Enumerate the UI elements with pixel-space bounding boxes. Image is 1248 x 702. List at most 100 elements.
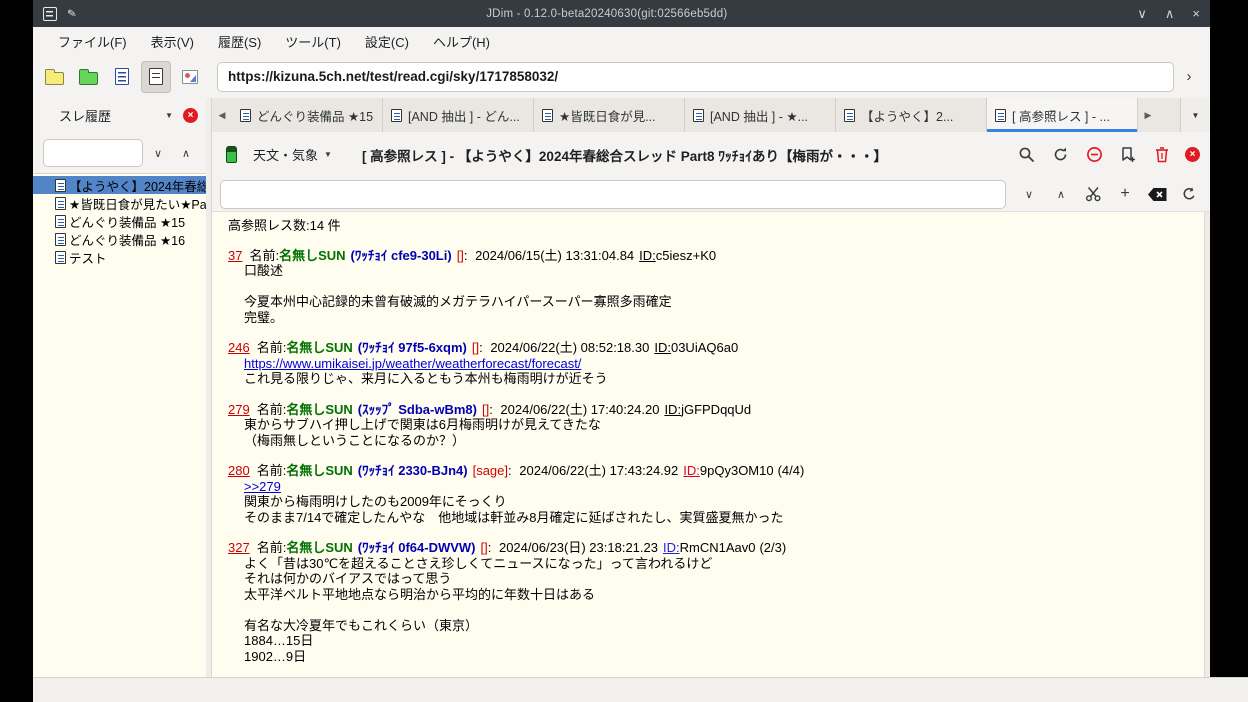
post-line: 口酸述 bbox=[244, 263, 1196, 279]
find-down-icon[interactable]: ∨ bbox=[1016, 181, 1042, 207]
menu-item[interactable]: 表示(V) bbox=[140, 28, 205, 55]
wacchoi-id: (ﾜｯﾁｮｲ cfe9-30Li) bbox=[351, 248, 452, 263]
maximize-button[interactable]: ∧ bbox=[1165, 6, 1175, 22]
id-value[interactable]: jGFPDqqUd bbox=[681, 402, 751, 417]
wacchoi-id: (ｽｯｯﾌﾟ Sdba-wBm8) bbox=[358, 402, 477, 417]
sidebar-thread-item[interactable]: どんぐり装備品 ★15 bbox=[33, 212, 206, 230]
board-dropdown-icon: ▼ bbox=[324, 150, 332, 159]
post-number[interactable]: 280 bbox=[228, 463, 250, 478]
thread-doc-icon bbox=[55, 215, 66, 228]
res-count: 高参照レス数:14 件 bbox=[228, 218, 1196, 234]
mail-field: [] bbox=[457, 248, 464, 263]
url-link[interactable]: https://www.umikaisei.jp/weather/weather… bbox=[244, 356, 581, 371]
post-number[interactable]: 279 bbox=[228, 402, 250, 417]
post: 280名前:名無しSUN(ﾜｯﾁｮｲ 2330-BJn4)[sage]: 202… bbox=[228, 463, 1196, 525]
open-url-button[interactable]: › bbox=[1178, 68, 1200, 85]
sidebar-thread-item[interactable]: ★皆既日食が見たい★Par bbox=[33, 194, 206, 212]
sidebar-search-down-icon[interactable]: ∨ bbox=[145, 140, 171, 166]
delete-icon[interactable] bbox=[1151, 144, 1173, 166]
tab-scroll-right-icon[interactable]: ▶ bbox=[1138, 98, 1158, 132]
wacchoi-id: (ﾜｯﾁｮｲ 0f64-DWVW) bbox=[358, 540, 476, 555]
thread-content[interactable]: 高参照レス数:14 件 37名前:名無しSUN(ﾜｯﾁｮｲ cfe9-30Li)… bbox=[212, 212, 1204, 677]
sidebar-dropdown-icon[interactable]: ▼ bbox=[161, 107, 177, 124]
undo-icon[interactable] bbox=[1176, 181, 1202, 207]
id-prefix[interactable]: ID: bbox=[654, 340, 671, 355]
thread-tab[interactable]: [AND 抽出 ] - ★... bbox=[685, 98, 836, 132]
sidebar-search-input[interactable] bbox=[43, 139, 143, 167]
board-name: 天文・気象 bbox=[253, 145, 318, 164]
close-button[interactable]: × bbox=[1192, 6, 1200, 22]
menu-item[interactable]: ヘルプ(H) bbox=[422, 28, 501, 55]
stop-icon[interactable] bbox=[1083, 144, 1105, 166]
sidebar-title: スレ履歴 bbox=[59, 106, 155, 125]
anchor-link[interactable]: >>279 bbox=[244, 479, 281, 494]
post-header: 327名前:名無しSUN(ﾜｯﾁｮｲ 0f64-DWVW)[]: 2024/06… bbox=[228, 540, 1196, 556]
thread-tab[interactable]: [ 高参照レス ] - ... bbox=[987, 98, 1138, 132]
post-number[interactable]: 246 bbox=[228, 340, 250, 355]
thread-view-button[interactable] bbox=[141, 61, 171, 93]
sidebar-close-icon[interactable] bbox=[183, 108, 198, 123]
find-up-icon[interactable]: ∧ bbox=[1048, 181, 1074, 207]
id-prefix[interactable]: ID: bbox=[639, 248, 656, 263]
post-line: 関東から梅雨明けしたのも2009年にそっくり bbox=[244, 494, 1196, 510]
image-view-button[interactable] bbox=[175, 61, 205, 93]
post-datetime: 2024/06/15(土) 13:31:04.84 bbox=[475, 248, 634, 263]
reload-icon[interactable] bbox=[1049, 144, 1071, 166]
name-label: 名前: bbox=[249, 248, 279, 263]
thread-tab[interactable]: どんぐり装備品 ★15 bbox=[232, 98, 383, 132]
tab-label: [ 高参照レス ] - ... bbox=[1012, 106, 1110, 125]
close-thread-icon[interactable] bbox=[1185, 147, 1200, 162]
sidebar-thread-item[interactable]: 【ようやく】2024年春総合ス bbox=[33, 176, 206, 194]
find-input[interactable] bbox=[220, 180, 1006, 209]
id-value[interactable]: RmCN1Aav0 bbox=[680, 540, 756, 555]
tab-label: ★皆既日食が見... bbox=[559, 106, 656, 125]
id-prefix[interactable]: ID: bbox=[663, 540, 680, 555]
tab-scroll-left-icon[interactable]: ◀ bbox=[212, 98, 232, 132]
board-select[interactable]: 天文・気象 ▼ bbox=[245, 141, 340, 168]
minimize-button[interactable]: ∨ bbox=[1137, 6, 1147, 22]
tab-doc-icon bbox=[844, 109, 855, 122]
post-number[interactable]: 327 bbox=[228, 540, 250, 555]
yellow-folder-icon bbox=[45, 72, 64, 85]
sidebar-thread-item[interactable]: どんぐり装備品 ★16 bbox=[33, 230, 206, 248]
bookmark-icon[interactable] bbox=[1117, 144, 1139, 166]
id-prefix[interactable]: ID: bbox=[664, 402, 681, 417]
id-value[interactable]: 9pQy3OM10 bbox=[700, 463, 774, 478]
post-datetime: 2024/06/22(土) 08:52:18.30 bbox=[490, 340, 649, 355]
menu-item[interactable]: 履歴(S) bbox=[207, 28, 272, 55]
title-bar[interactable]: ✏ JDim - 0.12.0-beta20240630(git:02566eb… bbox=[33, 0, 1210, 27]
post-datetime: 2024/06/22(土) 17:40:24.20 bbox=[500, 402, 659, 417]
tab-label: どんぐり装備品 ★15 bbox=[257, 106, 373, 125]
sidebar-search-up-icon[interactable]: ∧ bbox=[173, 140, 199, 166]
favorites-button[interactable] bbox=[73, 61, 103, 93]
search-icon[interactable] bbox=[1015, 144, 1037, 166]
sidebar-thread-item[interactable]: テスト bbox=[33, 248, 206, 266]
thread-tab[interactable]: [AND 抽出 ] - どん... bbox=[383, 98, 534, 132]
clear-icon[interactable] bbox=[1144, 181, 1170, 207]
menu-item[interactable]: ツール(T) bbox=[274, 28, 352, 55]
id-value[interactable]: 03UiAQ6a0 bbox=[671, 340, 738, 355]
id-count: (4/4) bbox=[778, 463, 805, 478]
post-number[interactable]: 37 bbox=[228, 248, 242, 263]
extract-icon[interactable] bbox=[1080, 181, 1106, 207]
thread-tab[interactable]: ★皆既日食が見... bbox=[534, 98, 685, 132]
board-list-button[interactable] bbox=[39, 61, 69, 93]
vertical-scrollbar[interactable] bbox=[1204, 212, 1210, 677]
menu-item[interactable]: ファイル(F) bbox=[47, 28, 138, 55]
poster-name: 名無しSUN bbox=[286, 463, 352, 478]
id-value[interactable]: c5iesz+K0 bbox=[656, 248, 716, 263]
tab-doc-icon bbox=[391, 109, 402, 122]
tab-list-dropdown[interactable]: ▼ bbox=[1180, 98, 1210, 132]
thread-tab[interactable]: 【ようやく】2... bbox=[836, 98, 987, 132]
url-bar[interactable]: https://kizuna.5ch.net/test/read.cgi/sky… bbox=[217, 62, 1174, 92]
name-label: 名前: bbox=[257, 463, 287, 478]
url-text[interactable]: https://kizuna.5ch.net/test/read.cgi/sky… bbox=[228, 69, 558, 84]
board-view-button[interactable] bbox=[107, 61, 137, 93]
sidebar-thread-history: スレ履歴 ▼ ∨ ∧ 【ようやく】2024年春総合ス ★皆既日食が見たい★Par… bbox=[33, 98, 211, 677]
thread-doc-icon bbox=[55, 233, 66, 246]
wacchoi-id: (ﾜｯﾁｮｲ 97f5-6xqm) bbox=[358, 340, 467, 355]
menu-item[interactable]: 設定(C) bbox=[354, 28, 420, 55]
sidebar-item-label: どんぐり装備品 ★15 bbox=[69, 212, 185, 231]
id-prefix[interactable]: ID: bbox=[683, 463, 700, 478]
add-icon[interactable]: + bbox=[1112, 181, 1138, 207]
